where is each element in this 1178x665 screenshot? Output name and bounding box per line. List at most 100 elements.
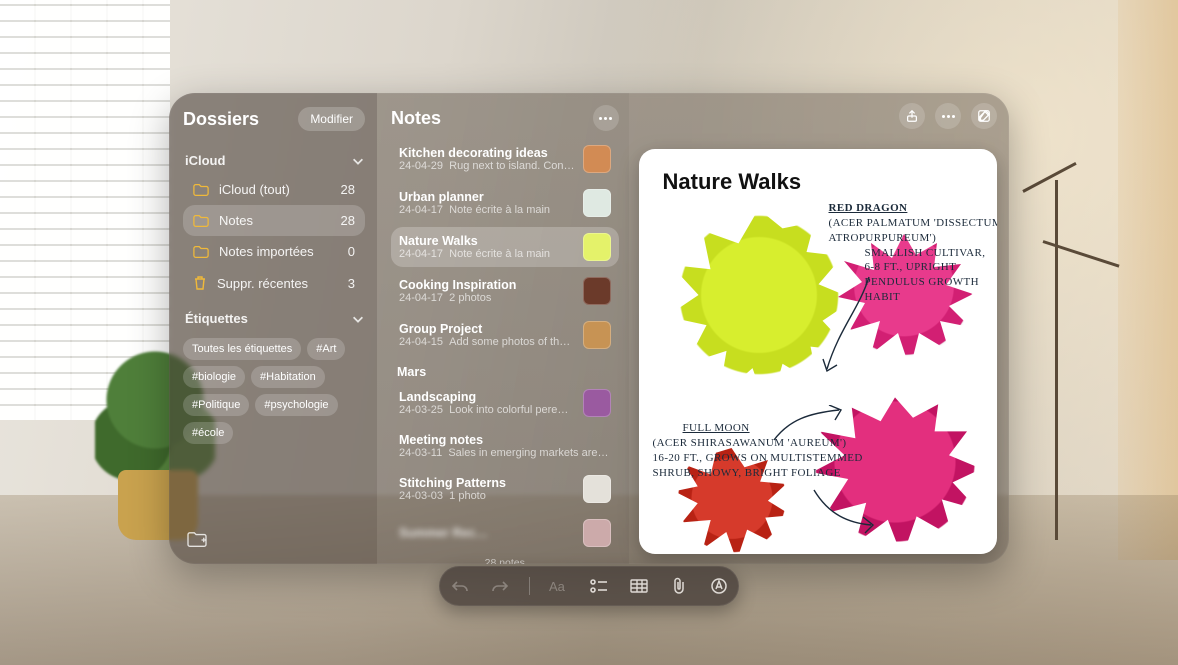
note-thumb (583, 145, 611, 173)
new-folder-icon (186, 531, 208, 549)
note-list-item[interactable]: Stitching Patterns24-03-03 1 photo (391, 469, 619, 509)
folder-icon (193, 183, 209, 197)
section-tags-header[interactable]: Étiquettes (185, 311, 365, 326)
note-title: Group Project (399, 322, 575, 336)
share-icon (905, 109, 919, 123)
ellipsis-icon (942, 115, 955, 118)
note-canvas[interactable]: Nature Walks RED DRAGON (ACER PALMATUM '… (639, 149, 997, 554)
arrow-icon (809, 485, 879, 535)
note-list-item[interactable]: Urban planner24-04-17 Note écrite à la m… (391, 183, 619, 223)
notes-app-window: Dossiers Modifier iCloud iCloud (tout) 28… (169, 93, 1009, 564)
folder-label: Suppr. récentes (217, 276, 308, 291)
note-thumb (583, 189, 611, 217)
tag-chip[interactable]: #Politique (183, 394, 249, 416)
note-thumb (583, 475, 611, 503)
note-subtitle: 24-04-29 Rug next to island. Con… (399, 160, 575, 172)
folder-label: iCloud (tout) (219, 182, 290, 197)
tag-chip[interactable]: #biologie (183, 366, 245, 388)
ellipsis-icon (599, 117, 612, 120)
checklist-button[interactable] (588, 575, 610, 597)
note-list-item[interactable]: Meeting notes24-03-11 Sales in emerging … (391, 427, 619, 465)
note-detail-panel: Nature Walks RED DRAGON (ACER PALMATUM '… (629, 93, 1009, 564)
folder-icon (193, 245, 209, 259)
folder-count: 0 (348, 244, 355, 259)
table-button[interactable] (628, 575, 650, 597)
note-list-item[interactable]: Cooking Inspiration24-04-17 2 photos (391, 271, 619, 311)
notes-list-title: Notes (391, 108, 441, 129)
section-icloud-header[interactable]: iCloud (185, 153, 365, 168)
annotation-red-dragon: RED DRAGON (ACER PALMATUM 'DISSECTUM ATR… (829, 201, 997, 305)
paperclip-icon (672, 577, 686, 595)
folder-count: 28 (341, 182, 355, 197)
note-title: Nature Walks (399, 234, 575, 248)
checklist-icon (590, 578, 608, 594)
folders-sidebar: Dossiers Modifier iCloud iCloud (tout) 28… (169, 93, 377, 564)
note-list-item[interactable]: Landscaping24-03-25 Look into colorful p… (391, 383, 619, 423)
note-title: Meeting notes (399, 433, 611, 447)
annotation-full-moon: FULL MOON (ACER SHIRASAWANUM 'AUREUM') 1… (653, 421, 883, 480)
folder-row[interactable]: Notes importées 0 (183, 236, 365, 267)
tag-chip[interactable]: #psychologie (255, 394, 337, 416)
table-icon (630, 579, 648, 593)
note-title: Summer Rec… (399, 526, 575, 540)
note-thumb (583, 519, 611, 547)
undo-icon (451, 579, 469, 593)
detail-more-button[interactable] (935, 103, 961, 129)
note-thumb (583, 389, 611, 417)
folder-label: Notes (219, 213, 253, 228)
folder-label: Notes importées (219, 244, 314, 259)
markup-button[interactable] (708, 575, 730, 597)
tag-chip[interactable]: #école (183, 422, 233, 444)
folder-count: 28 (341, 213, 355, 228)
folder-row[interactable]: Notes 28 (183, 205, 365, 236)
folder-count: 3 (348, 276, 355, 291)
chevron-down-icon (351, 154, 365, 168)
new-folder-button[interactable] (183, 528, 211, 552)
folder-icon (193, 214, 209, 228)
undo-button[interactable] (449, 575, 471, 597)
note-subtitle: 24-03-11 Sales in emerging markets are… (399, 447, 611, 459)
note-list-item[interactable]: Nature Walks24-04-17 Note écrite à la ma… (391, 227, 619, 267)
note-thumb (583, 277, 611, 305)
note-subtitle: 24-04-17 2 photos (399, 292, 575, 304)
note-title: Cooking Inspiration (399, 278, 575, 292)
trash-icon (193, 275, 207, 291)
note-subtitle: 24-04-17 Note écrite à la main (399, 248, 575, 260)
tag-chip[interactable]: #Habitation (251, 366, 325, 388)
note-title: Landscaping (399, 390, 575, 404)
sidebar-title: Dossiers (183, 109, 259, 130)
tag-chip[interactable]: Toutes les étiquettes (183, 338, 301, 360)
folder-row[interactable]: iCloud (tout) 28 (183, 174, 365, 205)
note-title: Kitchen decorating ideas (399, 146, 575, 160)
notes-count-label: 28 notes (391, 553, 619, 564)
attach-button[interactable] (668, 575, 690, 597)
editor-toolbar: Aa (439, 566, 739, 606)
list-more-button[interactable] (593, 105, 619, 131)
compose-button[interactable] (971, 103, 997, 129)
note-thumb (583, 233, 611, 261)
tag-chip[interactable]: #Art (307, 338, 345, 360)
note-thumb (583, 321, 611, 349)
chevron-down-icon (351, 312, 365, 326)
edit-button[interactable]: Modifier (298, 107, 365, 131)
note-list-item[interactable]: Group Project24-04-15 Add some photos of… (391, 315, 619, 355)
redo-button[interactable] (489, 575, 511, 597)
note-subtitle: 24-03-25 Look into colorful pere… (399, 404, 575, 416)
section-icloud-label: iCloud (185, 153, 225, 168)
compose-icon (977, 109, 991, 123)
folder-row[interactable]: Suppr. récentes 3 (183, 267, 365, 299)
note-subtitle: 24-03-03 1 photo (399, 490, 575, 502)
redo-icon (491, 579, 509, 593)
svg-text:Aa: Aa (549, 579, 566, 594)
section-tags-label: Étiquettes (185, 311, 248, 326)
note-title: Urban planner (399, 190, 575, 204)
notes-list-panel: Notes Kitchen decorating ideas24-04-29 R… (377, 93, 629, 564)
month-header: Mars (397, 365, 619, 379)
toolbar-separator (529, 577, 530, 595)
note-subtitle: 24-04-17 Note écrite à la main (399, 204, 575, 216)
markup-icon (710, 577, 728, 595)
format-button[interactable]: Aa (548, 575, 570, 597)
share-button[interactable] (899, 103, 925, 129)
note-list-item[interactable]: Summer Rec… (391, 513, 619, 553)
note-list-item[interactable]: Kitchen decorating ideas24-04-29 Rug nex… (391, 139, 619, 179)
